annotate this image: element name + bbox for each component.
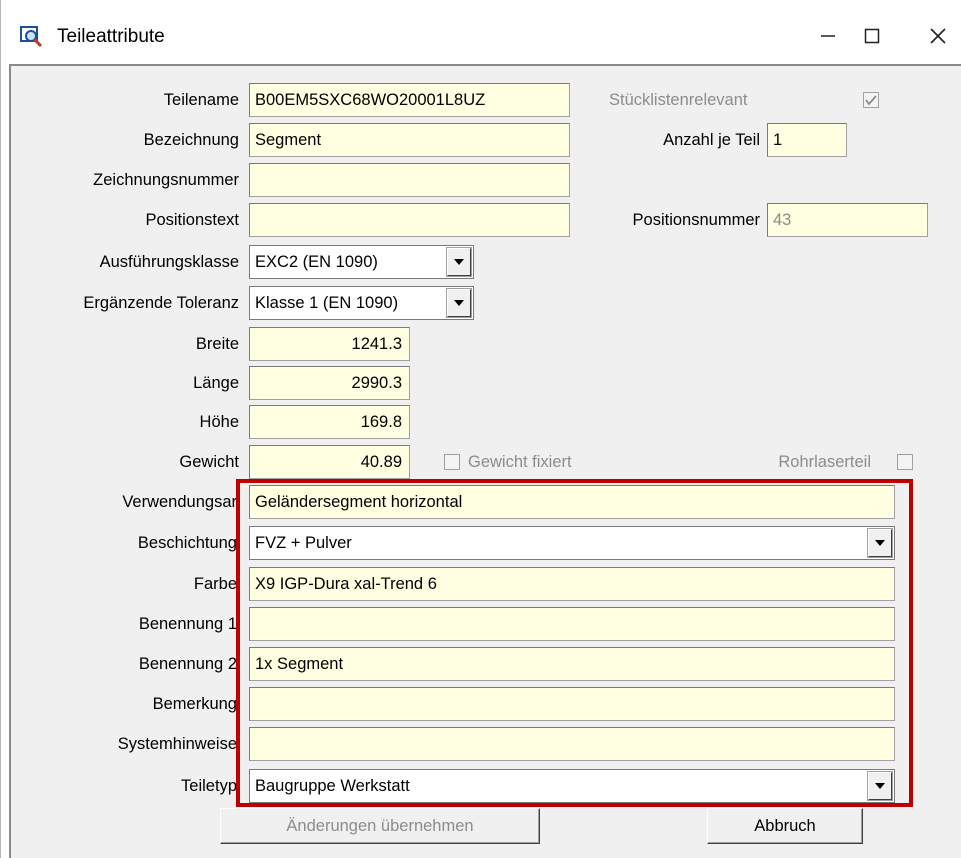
farbe-label: Farbe — [193, 575, 237, 593]
cancel-button[interactable]: Abbruch — [707, 808, 863, 844]
ausfuehrungsklasse-select[interactable]: EXC2 (EN 1090) — [249, 245, 474, 279]
breite-field[interactable]: 1241.3 — [249, 327, 410, 361]
gewicht-label: Gewicht — [179, 453, 239, 471]
stuecklistenrelevant-checkbox[interactable] — [863, 92, 879, 108]
bezeichnung-label: Bezeichnung — [143, 131, 239, 149]
bezeichnung-field[interactable]: Segment — [249, 123, 570, 157]
minimize-button[interactable] — [803, 14, 853, 58]
zeichnungsnummer-field[interactable] — [249, 163, 570, 197]
teilename-field[interactable]: B00EM5SXC68WO20001L8UZ — [249, 83, 570, 117]
positionstext-field[interactable] — [249, 203, 570, 237]
teilename-label: Teilename — [163, 91, 239, 109]
ausfuehrungsklasse-value: EXC2 (EN 1090) — [255, 253, 378, 271]
benennung2-label: Benennung 2 — [138, 655, 237, 673]
anzahl-label: Anzahl je Teil — [663, 131, 760, 149]
stuecklistenrelevant-label: Stücklistenrelevant — [609, 91, 748, 109]
apply-button[interactable]: Änderungen übernehmen — [220, 808, 540, 844]
rohrlaserteil-checkbox[interactable] — [897, 454, 913, 470]
hoehe-label: Höhe — [199, 413, 239, 431]
close-button[interactable] — [913, 14, 961, 58]
rohrlaserteil-label: Rohrlaserteil — [778, 453, 871, 471]
ausfuehrungsklasse-label: Ausführungsklasse — [99, 253, 239, 271]
verwendungsart-label: Verwendungsar — [122, 493, 237, 511]
checkmark-icon — [865, 95, 877, 106]
teiletyp-label: Teiletyp — [181, 777, 237, 795]
breite-label: Breite — [195, 335, 239, 353]
positionsnummer-field[interactable]: 43 — [767, 203, 928, 237]
title-bar[interactable]: Teileattribute — [1, 0, 961, 62]
toleranz-value: Klasse 1 (EN 1090) — [255, 294, 399, 312]
zeichnungsnummer-label: Zeichnungsnummer — [93, 171, 239, 189]
laenge-field[interactable]: 2990.3 — [249, 366, 410, 400]
highlight-box — [236, 479, 913, 807]
beschichtung-label: Beschichtung — [137, 534, 237, 552]
anzahl-field[interactable]: 1 — [767, 123, 847, 157]
gewicht-fixiert-label: Gewicht fixiert — [468, 453, 572, 471]
positionstext-label: Positionstext — [145, 211, 239, 229]
benennung1-label: Benennung 1 — [138, 615, 237, 633]
hoehe-field[interactable]: 169.8 — [249, 405, 410, 439]
window-title: Teileattribute — [57, 26, 165, 47]
toleranz-label: Ergänzende Toleranz — [83, 294, 239, 312]
gewicht-field[interactable]: 40.89 — [249, 445, 410, 479]
toleranz-select[interactable]: Klasse 1 (EN 1090) — [249, 286, 474, 320]
positionsnummer-label: Positionsnummer — [632, 211, 760, 229]
gewicht-fixiert-checkbox[interactable] — [444, 454, 460, 470]
dialog-window: Teileattribute Teilename B00EM5SXC68WO20… — [0, 0, 961, 858]
bemerkung-label: Bemerkung — [152, 695, 237, 713]
dropdown-arrow-icon[interactable] — [446, 288, 472, 318]
maximize-button[interactable] — [847, 14, 897, 58]
part-attributes-icon — [19, 24, 45, 50]
systemhinweise-label: Systemhinweise — [117, 735, 237, 753]
laenge-label: Länge — [193, 374, 239, 392]
dropdown-arrow-icon[interactable] — [446, 247, 472, 277]
